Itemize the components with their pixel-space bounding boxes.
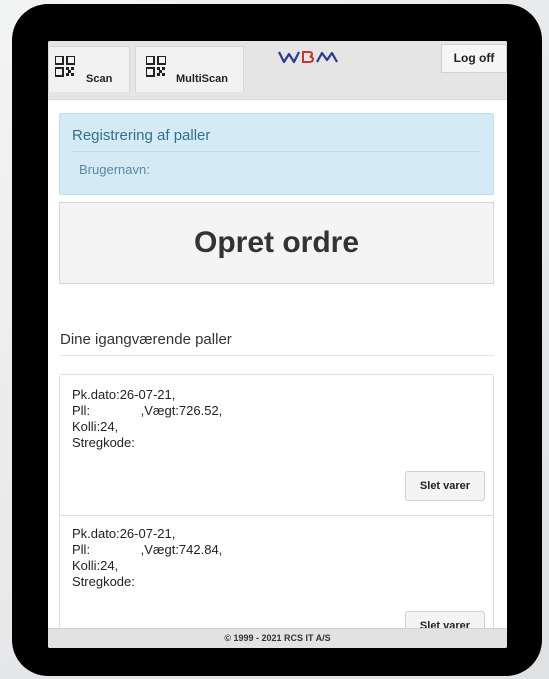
qr-code-icon — [146, 56, 166, 77]
app-screen: Scan MultiScan Log off Registrering af p… — [48, 41, 507, 648]
wbm-logo — [278, 51, 338, 64]
create-order-button[interactable]: Opret ordre — [59, 202, 494, 284]
delete-items-button[interactable]: Slet varer — [405, 471, 485, 501]
pallet-date: Pk.dato:26-07-21, — [72, 387, 176, 402]
pallet-barcode: Stregkode: — [72, 435, 135, 450]
info-panel: Registrering af paller Brugernavn: — [59, 113, 494, 195]
multiscan-label: MultiScan — [176, 73, 228, 85]
panel-heading: Registrering af paller — [72, 127, 211, 144]
pallet-card: Pk.dato:26-07-21, Pll: ,Vægt:726.52, Kol… — [60, 375, 493, 515]
divider — [72, 151, 481, 152]
log-off-button[interactable]: Log off — [441, 44, 507, 73]
pallet-colli: Kolli:24, — [72, 419, 119, 434]
section-title: Dine igangværende paller — [60, 331, 232, 348]
pallet-barcode: Stregkode: — [72, 574, 135, 589]
footer: © 1999 - 2021 RCS IT A/S — [48, 628, 507, 648]
qr-code-icon — [55, 56, 75, 77]
pallet-list: Pk.dato:26-07-21, Pll: ,Vægt:726.52, Kol… — [59, 374, 494, 648]
username-label: Brugernavn: — [79, 162, 150, 177]
scan-button[interactable]: Scan — [48, 46, 130, 92]
top-bar: Scan MultiScan Log off — [48, 41, 507, 100]
divider — [60, 355, 494, 356]
pallet-weight: Pll: ,Vægt:726.52, — [72, 403, 223, 418]
pallet-date: Pk.dato:26-07-21, — [72, 526, 176, 541]
pallet-weight: Pll: ,Vægt:742.84, — [72, 542, 223, 557]
scan-label: Scan — [86, 73, 113, 85]
pallet-colli: Kolli:24, — [72, 558, 119, 573]
multiscan-button[interactable]: MultiScan — [135, 46, 244, 92]
